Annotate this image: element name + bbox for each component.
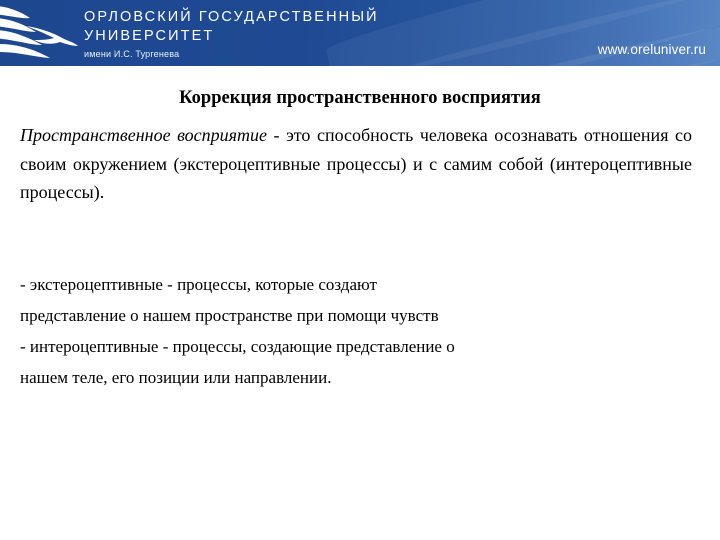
slide-content-area: Коррекция пространственного восприятия П… bbox=[0, 66, 720, 540]
wordmark-line-3: имени И.С. Тургенева bbox=[84, 49, 180, 59]
slide-bullet-exteroceptive: - экстероцептивные - процессы, которые с… bbox=[20, 275, 439, 325]
slide-intro-paragraph: Пространственное восприятие - это способ… bbox=[20, 121, 692, 207]
slide-title: Коррекция пространственного восприятия bbox=[179, 88, 541, 108]
slide-bullet-interoceptive: - интероцептивные - процессы, создающие … bbox=[20, 337, 455, 387]
university-wordmark: ОРЛОВСКИЙ ГОСУДАРСТВЕННЫЙ УНИВЕРСИТЕТ им… bbox=[84, 8, 484, 60]
university-website-url[interactable]: www.oreluniver.ru bbox=[598, 42, 706, 57]
university-header-banner: ОРЛОВСКИЙ ГОСУДАРСТВЕННЫЙ УНИВЕРСИТЕТ им… bbox=[0, 0, 720, 66]
wordmark-line-1: ОРЛОВСКИЙ ГОСУДАРСТВЕННЫЙ bbox=[84, 9, 379, 25]
intro-emphasis-term: Пространственное восприятие bbox=[20, 125, 268, 145]
wordmark-line-2: УНИВЕРСИТЕТ bbox=[84, 28, 215, 44]
university-bird-logo-icon bbox=[0, 2, 80, 64]
